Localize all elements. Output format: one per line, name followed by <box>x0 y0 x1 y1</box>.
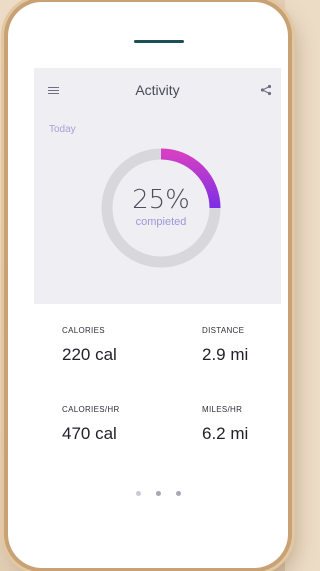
phone-device: Activity Today 25% compieted CALORIES 22… <box>8 2 288 568</box>
stat-label: CALORIES <box>62 326 105 335</box>
stat-distance: DISTANCE 2.9 mi <box>202 326 248 365</box>
app-screen: Activity Today 25% compieted CALORIES 22… <box>34 68 281 512</box>
share-icon[interactable] <box>260 84 272 96</box>
earpiece-speaker <box>134 40 184 43</box>
stat-value: 470 cal <box>62 424 117 443</box>
stat-miles-per-hour: MILES/HR 6.2 mi <box>202 405 248 444</box>
period-label[interactable]: Today <box>49 124 76 135</box>
stat-calories-per-hour: CALORIES/HR 470 cal <box>62 405 120 444</box>
page-dot[interactable] <box>176 491 181 496</box>
stat-value: 6.2 mi <box>202 424 249 443</box>
progress-caption: compieted <box>135 216 187 228</box>
stat-value: 220 cal <box>62 345 117 364</box>
stat-calories: CALORIES 220 cal <box>62 326 117 365</box>
stat-label: CALORIES/HR <box>62 405 120 414</box>
page-title: Activity <box>135 82 180 98</box>
app-header: Activity <box>34 68 281 112</box>
page-dot[interactable] <box>136 491 141 496</box>
page-indicator <box>136 491 196 499</box>
stats-panel: CALORIES 220 cal DISTANCE 2.9 mi CALORIE… <box>34 304 281 512</box>
progress-ring: 25% compieted <box>99 146 223 270</box>
progress-percent: 25% <box>132 185 190 215</box>
stat-label: DISTANCE <box>202 326 245 335</box>
stat-label: MILES/HR <box>202 405 243 414</box>
page-dot[interactable] <box>156 491 161 496</box>
stat-value: 2.9 mi <box>202 345 249 364</box>
